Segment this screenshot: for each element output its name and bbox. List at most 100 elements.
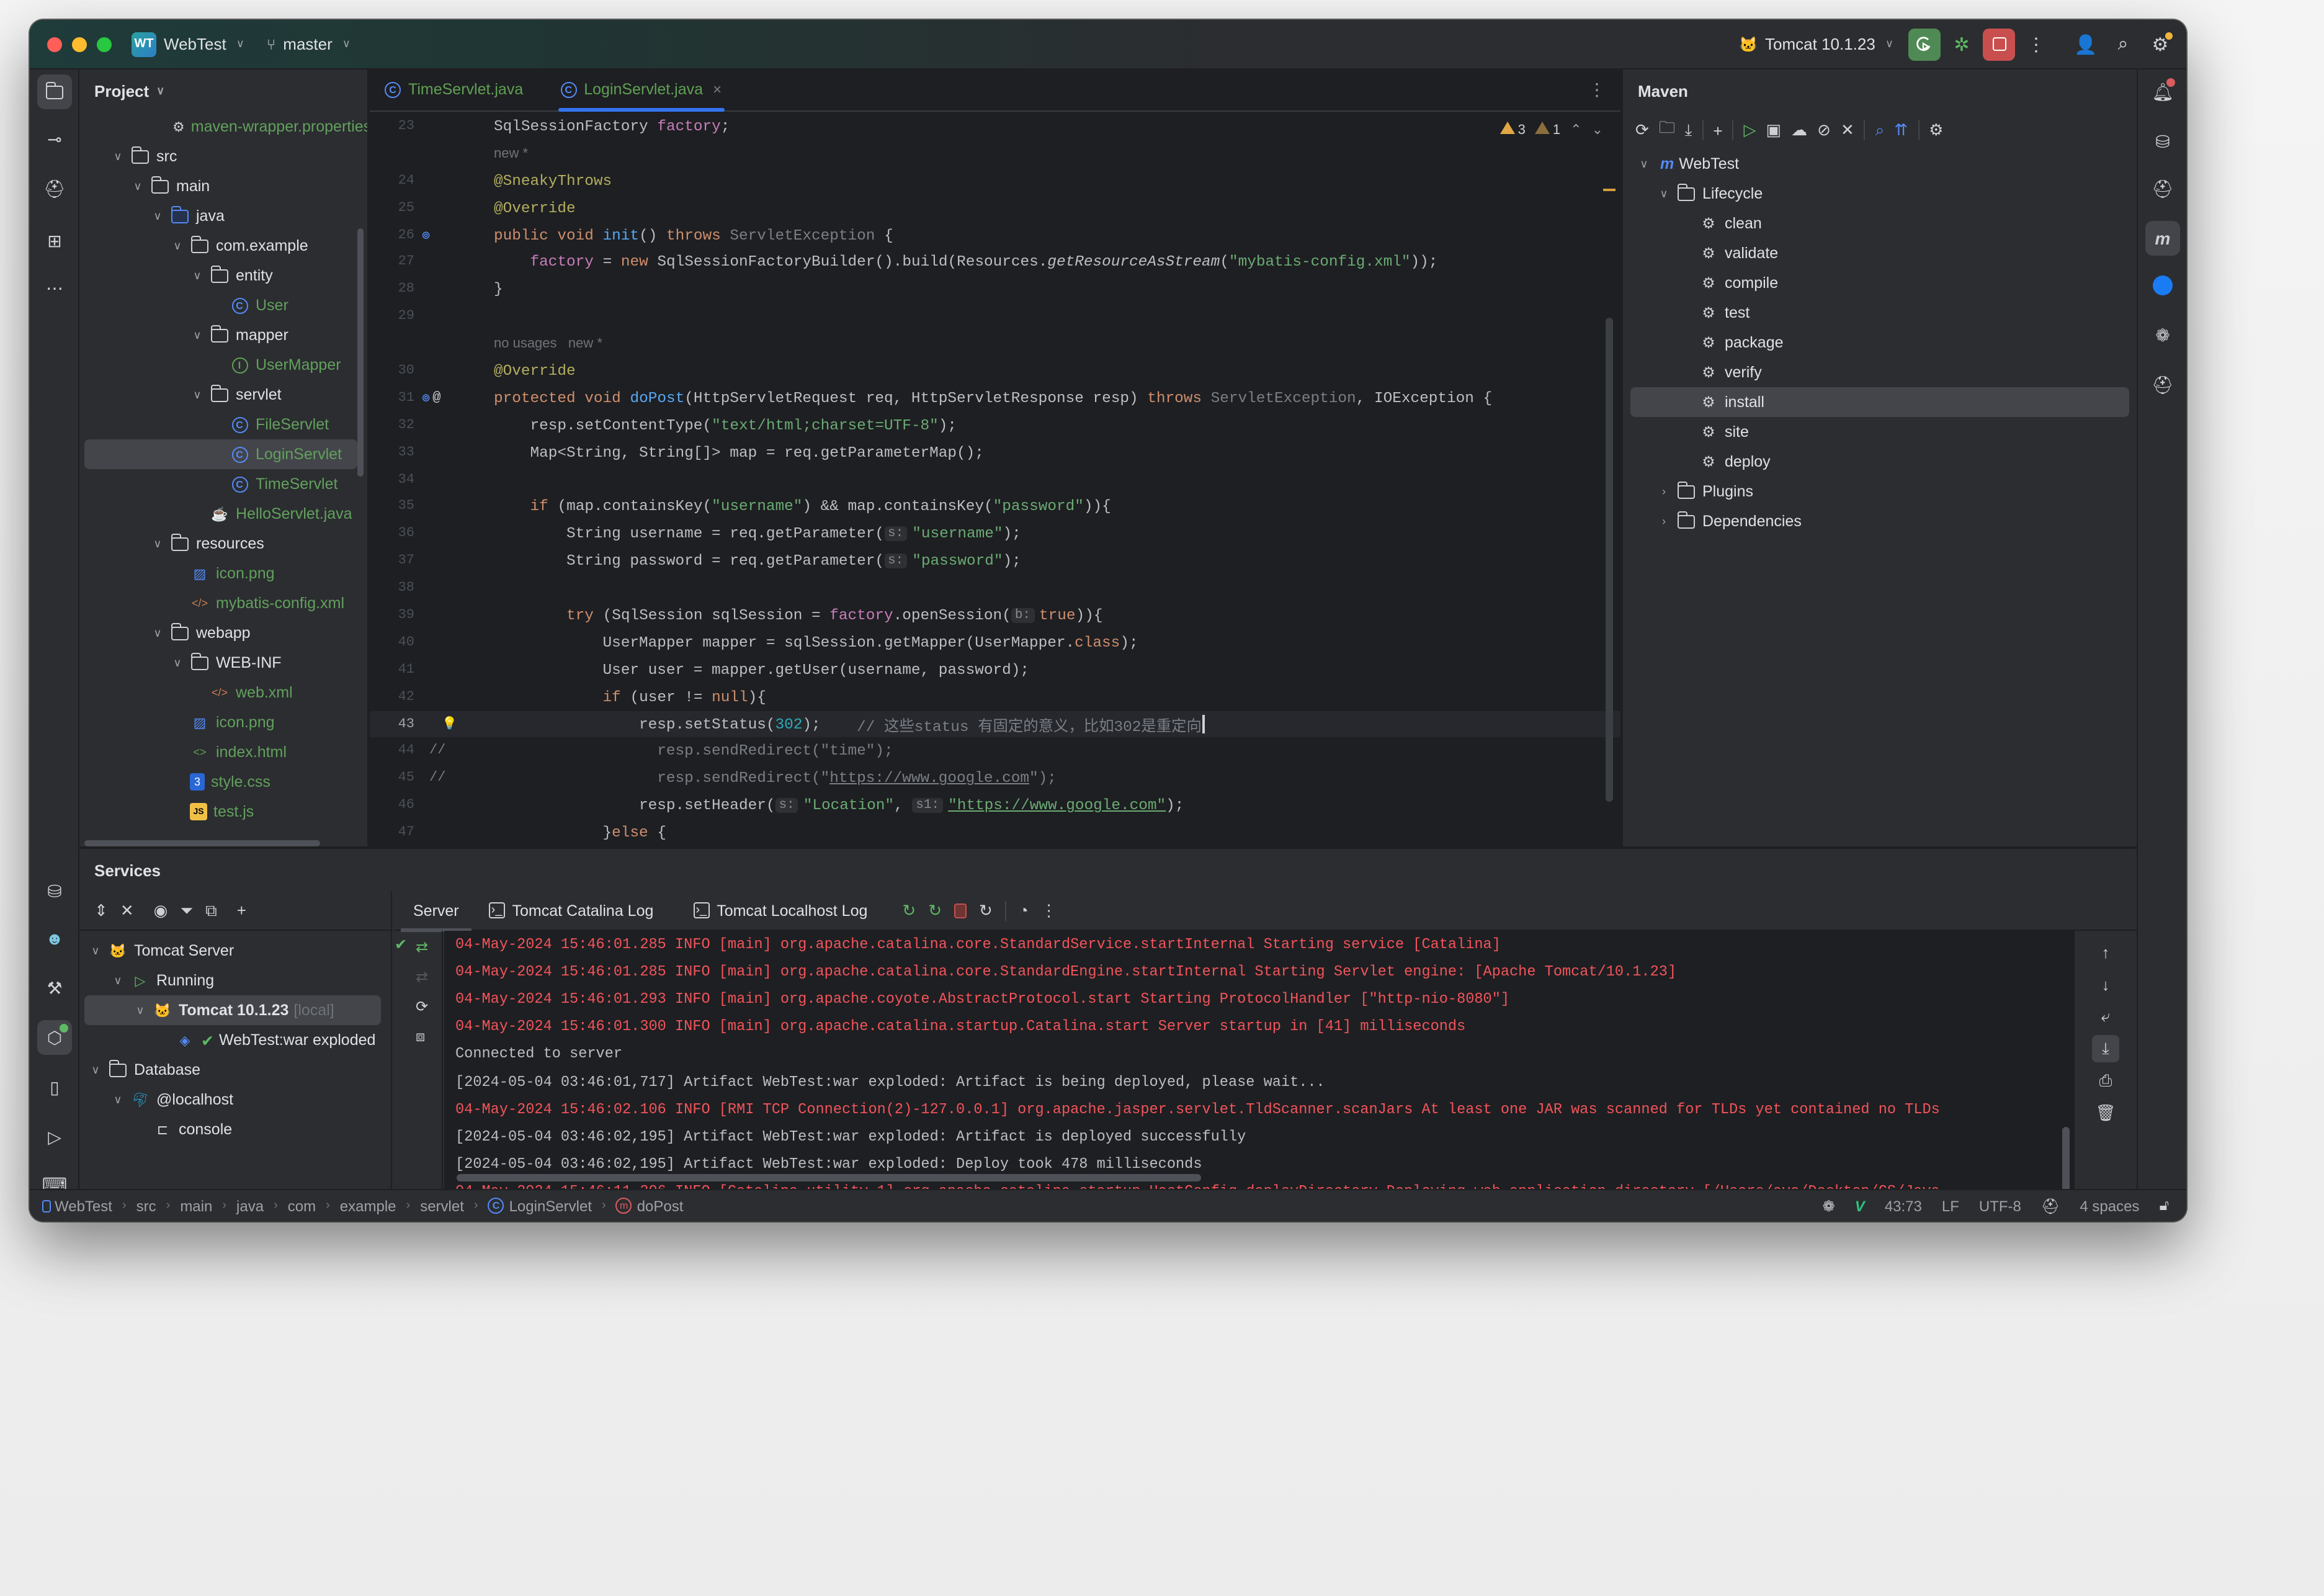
breadcrumb-item[interactable]: main [180,1197,212,1214]
code-line[interactable]: 26 ⊚ public void init() throws ServletExce… [370,222,1620,249]
rerun-button[interactable] [1908,28,1941,60]
code-line[interactable]: 25 @Override [370,194,1620,222]
lifecycle-goal-deploy[interactable]: ⚙ deploy [1623,447,2137,477]
settings-button[interactable]: ⚙ [2144,28,2176,60]
offline-icon[interactable]: ☁ [1791,120,1807,140]
chevron-down-icon[interactable]: ∨ [129,179,146,193]
chevron-down-icon[interactable]: ∨ [149,209,166,223]
chevron-down-icon[interactable]: ∨ [87,944,104,957]
code-line[interactable]: 46 resp.setHeader(s: "Location", s1: "http… [370,792,1620,820]
tree-item[interactable]: ∨ mapper [79,320,367,350]
tree-item[interactable]: </> web.xml [79,678,367,707]
usage-hint[interactable]: no usages new * [494,336,602,351]
line-number[interactable]: 25 [370,200,414,215]
build-tool-button[interactable]: ⚒ [37,971,72,1005]
settings-icon[interactable]: ⚙ [1929,120,1943,140]
chevron-down-icon[interactable]: ∨ [132,1003,149,1017]
lifecycle-goal-verify[interactable]: ⚙ verify [1623,357,2137,387]
code-line[interactable]: 43 💡 resp.setStatus(302); // 这些status 有固定… [370,711,1620,738]
copilot-status-icon[interactable]: ⛑ [2041,1197,2060,1214]
expand-all-icon[interactable]: ⇕ [94,900,108,920]
reload-icon[interactable]: ⟳ [1635,120,1649,140]
code-line[interactable]: 30 @Override [370,357,1620,385]
line-number[interactable]: 28 [370,282,414,297]
warnings-count[interactable]: 3 [1500,122,1526,138]
line-number[interactable]: 35 [370,500,414,514]
tree-item[interactable]: ∨ resources [79,529,367,558]
chevron-down-icon[interactable]: ∨ [149,626,166,640]
code-line[interactable]: 37 String password = req.getParameter(s:… [370,548,1620,575]
inspection-widget[interactable]: 3 1 ⌃ ⌄ [1500,122,1603,138]
tree-item[interactable]: ∨ webapp [79,618,367,648]
editor-vertical-scrollbar[interactable] [1606,318,1613,802]
lock-open-icon[interactable]: 🔓︎ [2159,1196,2169,1215]
line-number[interactable]: 30 [370,364,414,379]
code-with-me-button[interactable]: 👤 [2070,28,2102,60]
line-separator[interactable]: LF [1942,1197,1959,1214]
code-line[interactable]: 40 UserMapper mapper = sqlSession.getMap… [370,629,1620,657]
service-item[interactable]: ∨ 🐱 Tomcat 10.1.23 [local] [84,995,381,1025]
stop-button[interactable] [1983,28,2015,60]
breadcrumb-item[interactable]: java [236,1197,264,1214]
tree-item[interactable]: C FileServlet [79,410,367,439]
run-config-icon[interactable]: ▣ [1766,120,1782,140]
chevron-down-icon[interactable]: ∨ [109,150,127,163]
tree-item[interactable]: ∨ java [79,201,367,231]
chevron-down-icon[interactable]: ∨ [169,239,186,253]
chevron-down-icon[interactable]: ∨ [109,1093,127,1106]
project-panel-header[interactable]: Project ∨ [79,69,367,112]
line-number[interactable]: 44 [370,744,414,759]
open-browser-icon[interactable]: ◔ [1019,901,1029,920]
tree-item[interactable]: ∨ entity [79,261,367,290]
rerun-debug-icon[interactable]: ↻ [928,900,942,920]
scroll-to-end-icon[interactable]: ⤓ [2092,1035,2119,1062]
code-line[interactable]: 23 SqlSessionFactory factory; [370,113,1620,140]
override-icon[interactable]: ⊚ [422,226,430,244]
tree-item[interactable]: ▨ icon.png [79,558,367,588]
tree-item[interactable]: ⚙ maven-wrapper.properties [79,112,367,141]
tree-item[interactable]: I UserMapper [79,350,367,380]
service-item[interactable]: ∨ ▷ Running [79,966,391,995]
line-number[interactable]: 29 [370,309,414,324]
chevron-down-icon[interactable]: ∨ [189,269,206,282]
code-line[interactable]: 35 if (map.containsKey("username") && ma… [370,493,1620,521]
file-encoding[interactable]: UTF-8 [1979,1197,2021,1214]
chat-button[interactable] [2145,268,2180,303]
collapse-all-icon[interactable]: ✕ [120,900,134,920]
add-icon[interactable]: + [1713,121,1722,140]
code-line[interactable]: 34 [370,466,1620,493]
line-number[interactable]: 23 [370,119,414,134]
update-icon[interactable]: ↻ [979,900,993,920]
tab-login-servlet[interactable]: C LoginServlet.java × [545,68,736,112]
line-number[interactable]: 47 [370,825,414,840]
line-number[interactable]: 27 [370,255,414,270]
tab-time-servlet[interactable]: C TimeServlet.java [370,68,538,110]
code-line[interactable]: 31 ⊚ @ protected void doPost (HttpServletReq… [370,385,1620,412]
bulb-icon[interactable]: 💡 [442,717,457,732]
breadcrumb-item[interactable]: LoginServlet [509,1197,592,1214]
line-number[interactable]: 37 [370,554,414,568]
tree-item[interactable]: ∨ servlet [79,380,367,410]
tree-item[interactable]: ∨ src [79,141,367,171]
service-item[interactable]: ∨ Database [79,1055,391,1085]
deploy-all-icon[interactable]: ⇄ [416,938,428,956]
next-highlight-button[interactable]: ⌄ [1592,122,1603,138]
close-window-button[interactable] [47,37,62,52]
override-icon[interactable]: ⊚ [422,390,430,407]
maven-dependencies[interactable]: › Dependencies [1623,506,2137,536]
tree-item[interactable]: JS test.js [79,797,367,827]
chevron-down-icon[interactable]: ∨ [169,656,186,670]
lifecycle-goal-validate[interactable]: ⚙ validate [1623,238,2137,268]
code-line[interactable]: 38 [370,575,1620,602]
code-line[interactable]: 42 if (user != null){ [370,683,1620,711]
stop-icon[interactable] [954,903,967,918]
notifications-button[interactable]: 🔔︎ [2145,74,2180,109]
service-item[interactable]: ◈ ✔ WebTest:war exploded [79,1025,391,1055]
line-number[interactable]: 34 [370,472,414,487]
service-item[interactable]: ∨ 🐱 Tomcat Server [79,936,391,966]
tree-item[interactable]: ☕ HelloServlet.java [79,499,367,529]
tree-item[interactable]: ∨ main [79,171,367,201]
reimport-icon[interactable]: 🗀 [1659,117,1675,144]
collapse-icon[interactable]: ✕ [1841,120,1854,140]
breadcrumb-item[interactable]: example [340,1197,396,1214]
